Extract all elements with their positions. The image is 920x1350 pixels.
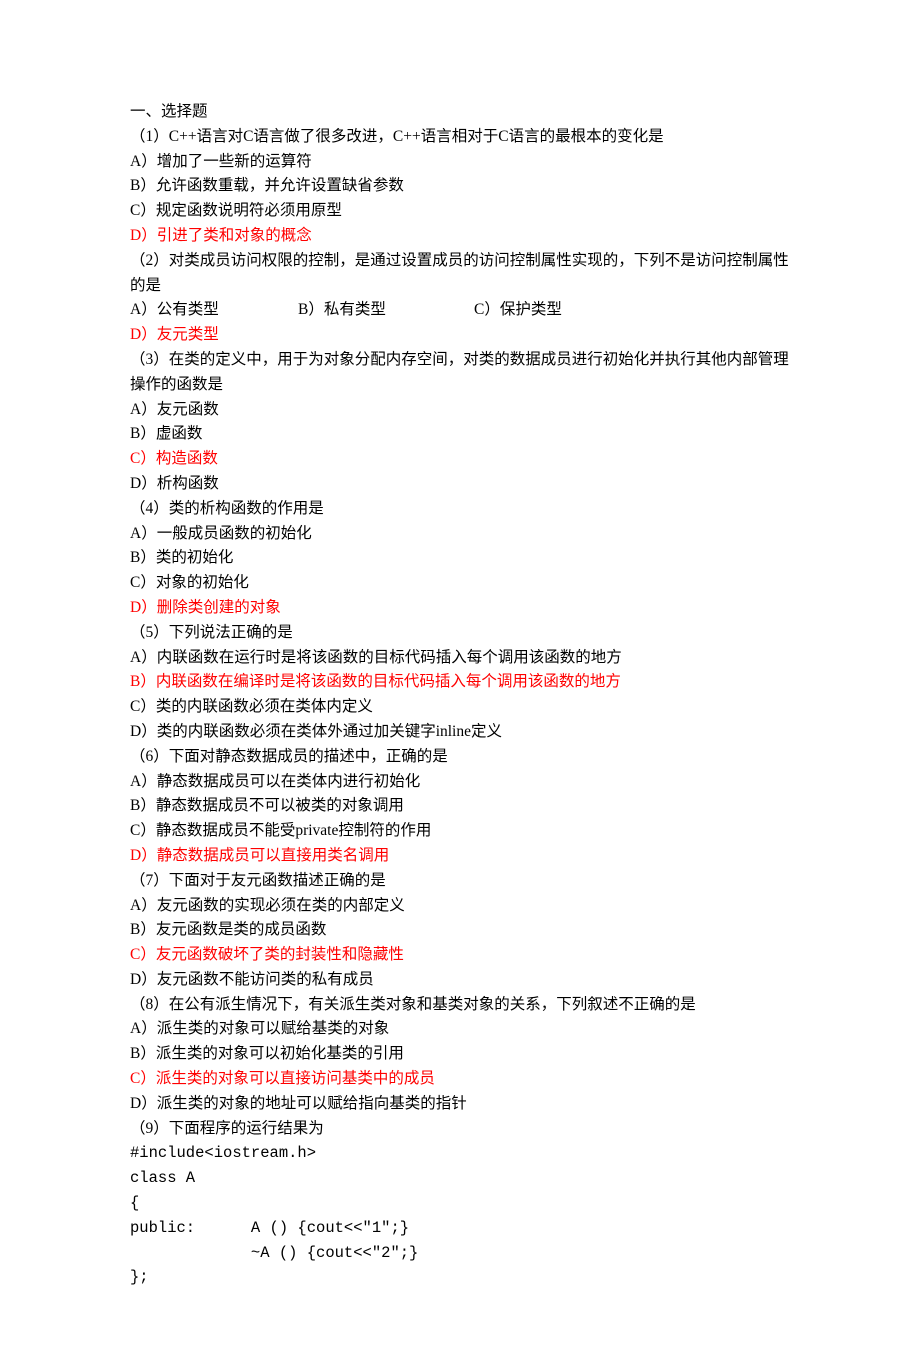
q6-option-c: C）静态数据成员不能受private控制符的作用	[130, 819, 790, 844]
q8-option-d: D）派生类的对象的地址可以赋给指向基类的指针	[130, 1092, 790, 1117]
q9-code-line-6: };	[130, 1265, 790, 1290]
q5-stem: （5）下列说法正确的是	[130, 621, 790, 646]
q7-option-d: D）友元函数不能访问类的私有成员	[130, 968, 790, 993]
q7-stem: （7）下面对于友元函数描述正确的是	[130, 869, 790, 894]
q9-code-line-3: {	[130, 1191, 790, 1216]
q2-option-c: C）保护类型	[474, 298, 642, 323]
q3-stem: （3）在类的定义中，用于为对象分配内存空间，对类的数据成员进行初始化并执行其他内…	[130, 348, 790, 398]
q1-stem: （1）C++语言对C语言做了很多改进，C++语言相对于C语言的最根本的变化是	[130, 125, 790, 150]
q6-stem: （6）下面对静态数据成员的描述中，正确的是	[130, 745, 790, 770]
q3-option-d: D）析构函数	[130, 472, 790, 497]
q2-option-d: D）友元类型	[130, 323, 290, 348]
q8-stem: （8）在公有派生情况下，有关派生类对象和基类对象的关系，下列叙述不正确的是	[130, 993, 790, 1018]
q7-option-a: A）友元函数的实现必须在类的内部定义	[130, 894, 790, 919]
q9-code-line-2: class A	[130, 1166, 790, 1191]
q9-stem: （9）下面程序的运行结果为	[130, 1117, 790, 1142]
q4-stem: （4）类的析构函数的作用是	[130, 497, 790, 522]
q5-option-d: D）类的内联函数必须在类体外通过加关键字inline定义	[130, 720, 790, 745]
q9-code-line-4: public: A () {cout<<″1″;}	[130, 1216, 790, 1241]
q5-option-b: B）内联函数在编译时是将该函数的目标代码插入每个调用该函数的地方	[130, 670, 790, 695]
q9-code-line-5: ~A () {cout<<″2″;}	[130, 1241, 790, 1266]
q6-option-a: A）静态数据成员可以在类体内进行初始化	[130, 770, 790, 795]
q7-option-b: B）友元函数是类的成员函数	[130, 918, 790, 943]
q2-option-a: A）公有类型	[130, 298, 298, 323]
q2-stem: （2）对类成员访问权限的控制，是通过设置成员的访问控制属性实现的，下列不是访问控…	[130, 249, 790, 299]
q2-option-b: B）私有类型	[298, 298, 474, 323]
document-page: 一、选择题 （1）C++语言对C语言做了很多改进，C++语言相对于C语言的最根本…	[0, 0, 920, 1350]
q1-option-c: C）规定函数说明符必须用原型	[130, 199, 790, 224]
q1-option-a: A）增加了一些新的运算符	[130, 150, 790, 175]
q4-option-a: A）一般成员函数的初始化	[130, 522, 790, 547]
q2-options-row: A）公有类型 B）私有类型 C）保护类型 D）友元类型	[130, 298, 790, 348]
q4-option-c: C）对象的初始化	[130, 571, 790, 596]
q9-code-line-1: #include<iostream.h>	[130, 1141, 790, 1166]
section-title: 一、选择题	[130, 100, 790, 125]
q6-option-b: B）静态数据成员不可以被类的对象调用	[130, 794, 790, 819]
q4-option-d: D）删除类创建的对象	[130, 596, 790, 621]
q7-option-c: C）友元函数破坏了类的封装性和隐藏性	[130, 943, 790, 968]
q1-option-d: D）引进了类和对象的概念	[130, 224, 790, 249]
q4-option-b: B）类的初始化	[130, 546, 790, 571]
q5-option-c: C）类的内联函数必须在类体内定义	[130, 695, 790, 720]
q8-option-a: A）派生类的对象可以赋给基类的对象	[130, 1017, 790, 1042]
q1-option-b: B）允许函数重载，并允许设置缺省参数	[130, 174, 790, 199]
q8-option-b: B）派生类的对象可以初始化基类的引用	[130, 1042, 790, 1067]
q3-option-b: B）虚函数	[130, 422, 790, 447]
q8-option-c: C）派生类的对象可以直接访问基类中的成员	[130, 1067, 790, 1092]
q3-option-a: A）友元函数	[130, 398, 790, 423]
q6-option-d: D）静态数据成员可以直接用类名调用	[130, 844, 790, 869]
q5-option-a: A）内联函数在运行时是将该函数的目标代码插入每个调用该函数的地方	[130, 646, 790, 671]
q3-option-c: C）构造函数	[130, 447, 790, 472]
